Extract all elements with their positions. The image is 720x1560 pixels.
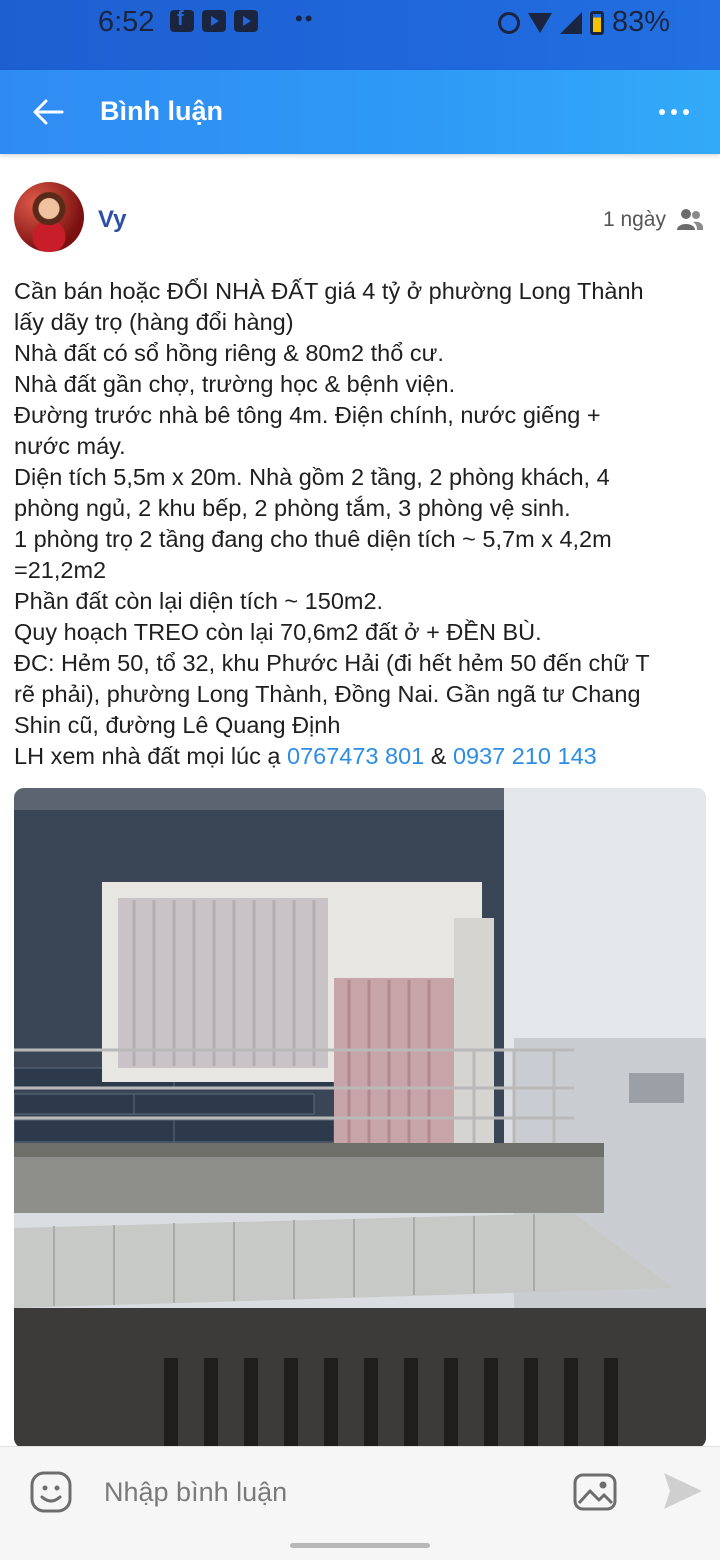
back-button[interactable] xyxy=(28,92,68,132)
contact-line: LH xem nhà đất mọi lúc ạ 0767473 801 & 0… xyxy=(14,741,714,772)
signal-icon xyxy=(559,11,582,34)
battery-icon xyxy=(589,10,604,35)
avatar[interactable] xyxy=(14,182,84,252)
post-text-line: rẽ phải), phường Long Thành, Đồng Nai. G… xyxy=(14,681,641,707)
youtube-icon xyxy=(234,10,258,32)
post-text-line: ĐC: Hẻm 50, tổ 32, khu Phước Hải (đi hết… xyxy=(14,650,650,676)
contact-and: & xyxy=(424,743,453,769)
attach-image-button[interactable] xyxy=(572,1469,618,1515)
post-text-line: Cần bán hoặc ĐỔI NHÀ ĐẤT giá 4 tỷ ở phườ… xyxy=(14,278,644,304)
notification-icons xyxy=(170,8,258,32)
post-text-line: nước máy. xyxy=(14,433,126,459)
post-text-line: Nhà đất có sổ hồng riêng & 80m2 thổ cư. xyxy=(14,340,444,366)
wifi-icon xyxy=(527,12,552,33)
facebook-icon xyxy=(170,8,194,32)
post-content: Cần bán hoặc ĐỔI NHÀ ĐẤT giá 4 tỷ ở phườ… xyxy=(14,276,714,772)
comment-bar xyxy=(0,1446,720,1560)
post-photo[interactable] xyxy=(14,788,706,1448)
sync-icon xyxy=(497,11,520,34)
post-text-line: Đường trước nhà bê tông 4m. Điện chính, … xyxy=(14,402,601,428)
status-time: 6:52 xyxy=(98,6,155,38)
post-text-line: phòng ngủ, 2 khu bếp, 2 phòng tắm, 3 phò… xyxy=(14,495,571,521)
post-header: Vy 1 ngày xyxy=(0,154,720,264)
post-timestamp: 1 ngày xyxy=(602,208,666,231)
post-text-line: Nhà đất gần chợ, trường học & bệnh viện. xyxy=(14,371,456,397)
post-text-line: Quy hoạch TREO còn lại 70,6m2 đất ở + ĐỀ… xyxy=(14,619,542,645)
post-text-line: lấy dãy trọ (hàng đổi hàng) xyxy=(14,309,294,335)
youtube-icon xyxy=(202,10,226,32)
post-text-line: 1 phòng trọ 2 tầng đang cho thuê diện tí… xyxy=(14,526,612,552)
send-icon xyxy=(664,1473,702,1509)
phone-link-2[interactable]: 0937 210 143 xyxy=(453,743,597,769)
more-notifications-indicator: •• xyxy=(295,6,315,31)
contact-prefix: LH xem nhà đất mọi lúc ạ xyxy=(14,743,287,769)
arrow-left-icon xyxy=(33,99,64,125)
system-icons: 83% xyxy=(497,6,670,39)
post-text-line: Phần đất còn lại diện tích ~ 150m2. xyxy=(14,588,384,614)
image-icon xyxy=(573,1473,617,1511)
more-horizontal-icon xyxy=(659,109,689,115)
battery-percent: 83% xyxy=(611,6,670,38)
page-title: Bình luận xyxy=(100,96,223,126)
author-name[interactable]: Vy xyxy=(98,206,126,234)
post-text-line: Diện tích 5,5m x 20m. Nhà gồm 2 tầng, 2 … xyxy=(14,464,610,490)
emoji-button[interactable] xyxy=(28,1469,74,1515)
post-text-line: Shin cũ, đường Lê Quang Định xyxy=(14,712,341,738)
home-indicator[interactable] xyxy=(290,1543,430,1548)
emoji-icon xyxy=(30,1471,72,1513)
comment-input[interactable] xyxy=(100,1469,540,1515)
more-options-button[interactable] xyxy=(654,92,694,132)
post-text-line: =21,2m2 xyxy=(14,557,107,583)
phone-link-1[interactable]: 0767473 801 xyxy=(287,743,424,769)
house-photo xyxy=(14,788,706,1448)
status-bar: 6:52 •• 83% xyxy=(0,0,720,70)
app-bar: Bình luận xyxy=(0,70,720,154)
friends-icon xyxy=(677,209,704,230)
send-button[interactable] xyxy=(658,1467,706,1515)
